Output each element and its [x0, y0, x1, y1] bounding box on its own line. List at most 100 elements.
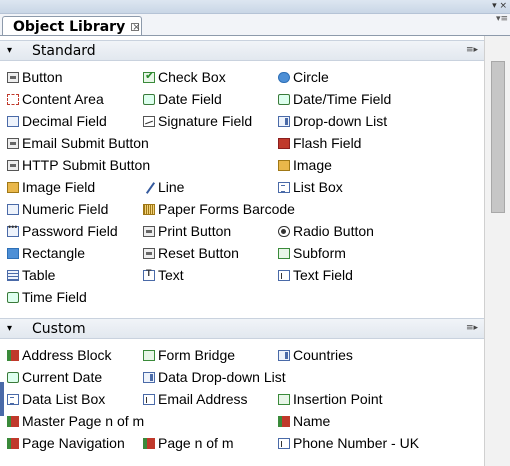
list-item-current-date[interactable]: Current Date: [7, 367, 102, 387]
list-item-list-box[interactable]: List Box: [278, 177, 343, 197]
list-item-decimal-field[interactable]: Decimal Field: [7, 111, 107, 131]
text-field-icon: [143, 393, 155, 405]
item-label: Date Field: [158, 91, 222, 107]
list-box-icon: [7, 393, 19, 405]
list-item-image[interactable]: Image: [278, 155, 332, 175]
category-options-icon[interactable]: ≡▸: [466, 45, 478, 55]
list-item-date-field[interactable]: Date Field: [143, 89, 222, 109]
list-item-address-block[interactable]: Address Block: [7, 345, 111, 365]
item-label: Phone Number - UK: [293, 435, 420, 451]
list-item-email-address[interactable]: Email Address: [143, 389, 247, 409]
list-item-password-field[interactable]: Password Field: [7, 221, 118, 241]
list-item-master-page-n-of-m[interactable]: Master Page n of m: [7, 411, 144, 431]
list-item-text[interactable]: Text: [143, 265, 184, 285]
list-item-email-submit-button[interactable]: Email Submit Button: [7, 133, 149, 153]
tab-label: Object Library: [13, 18, 126, 35]
list-item-phone-number-uk[interactable]: Phone Number - UK: [278, 433, 419, 453]
category-standard-header[interactable]: ▾ Standard ≡▸: [0, 40, 484, 61]
date-time-field-icon: [278, 93, 290, 105]
panel-title-strip: ▾ ×: [0, 0, 510, 14]
item-label: Check Box: [158, 69, 226, 85]
password-field-icon: [7, 222, 19, 237]
item-label: Page Navigation: [22, 435, 125, 451]
list-item-line[interactable]: Line: [143, 177, 184, 197]
list-item-date-time-field[interactable]: Date/Time Field: [278, 89, 391, 109]
content-area-icon: [7, 93, 19, 105]
list-item-http-submit-button[interactable]: HTTP Submit Button: [7, 155, 150, 175]
image-field-icon: [7, 181, 19, 193]
list-item-rectangle[interactable]: Rectangle: [7, 243, 85, 263]
panel-menu-icon[interactable]: ▾ ×: [492, 1, 507, 11]
item-label: Image: [293, 157, 332, 173]
list-item-signature-field[interactable]: Signature Field: [143, 111, 252, 131]
list-item-data-drop-down-list[interactable]: Data Drop-down List: [143, 367, 286, 387]
drop-down-list-icon: [278, 349, 290, 361]
list-item-text-field[interactable]: Text Field: [278, 265, 353, 285]
chevron-down-icon[interactable]: ▾: [7, 45, 27, 56]
tab-close-icon[interactable]: ×: [131, 22, 141, 32]
list-item-table[interactable]: Table: [7, 265, 55, 285]
category-label: Standard: [32, 42, 96, 59]
numeric-field-icon: [7, 203, 19, 215]
item-label: Paper Forms Barcode: [158, 201, 295, 217]
line-icon: [143, 182, 155, 193]
list-item-check-box[interactable]: Check Box: [143, 67, 226, 87]
item-label: Button: [22, 69, 63, 85]
list-item-time-field[interactable]: Time Field: [7, 287, 87, 307]
tab-row: Object Library ×: [0, 14, 510, 36]
tab-options-icon[interactable]: ▾≡: [496, 14, 508, 24]
item-label: Page n of m: [158, 435, 234, 451]
image-icon: [278, 159, 290, 171]
list-item-reset-button[interactable]: Reset Button: [143, 243, 239, 263]
vertical-scrollbar[interactable]: [484, 36, 510, 466]
category-options-icon[interactable]: ≡▸: [466, 323, 478, 333]
list-item-radio-button[interactable]: Radio Button: [278, 221, 374, 241]
time-field-icon: [7, 291, 19, 303]
list-item-image-field[interactable]: Image Field: [7, 177, 95, 197]
list-item-button[interactable]: Button: [7, 67, 62, 87]
flash-field-icon: [278, 137, 290, 149]
item-label: Date/Time Field: [293, 91, 392, 107]
list-item-circle[interactable]: Circle: [278, 67, 329, 87]
list-item-data-list-box[interactable]: Data List Box: [7, 389, 105, 409]
radio-button-icon: [278, 225, 290, 237]
form-bridge-icon: [143, 349, 155, 361]
scrollbar-thumb[interactable]: [491, 61, 505, 213]
item-label: Master Page n of m: [22, 413, 145, 429]
item-label: Text Field: [293, 267, 353, 283]
list-item-print-button[interactable]: Print Button: [143, 221, 231, 241]
custom-object-icon: [143, 437, 155, 449]
tab-object-library[interactable]: Object Library ×: [2, 16, 142, 36]
list-item-insertion-point[interactable]: Insertion Point: [278, 389, 383, 409]
custom-object-icon: [7, 415, 19, 427]
date-field-icon: [7, 371, 19, 383]
item-label: Reset Button: [158, 245, 239, 261]
item-label: Flash Field: [293, 135, 362, 151]
item-label: Print Button: [158, 223, 232, 239]
item-label: Decimal Field: [22, 113, 107, 129]
item-label: Circle: [293, 69, 329, 85]
list-item-form-bridge[interactable]: Form Bridge: [143, 345, 235, 365]
list-item-flash-field[interactable]: Flash Field: [278, 133, 361, 153]
button-icon: [7, 71, 19, 83]
list-item-page-navigation[interactable]: Page Navigation: [7, 433, 125, 453]
item-label: Content Area: [22, 91, 104, 107]
signature-field-icon: [143, 115, 155, 127]
list-item-drop-down-list[interactable]: Drop-down List: [278, 111, 387, 131]
category-custom-header[interactable]: ▾ Custom ≡▸: [0, 318, 484, 339]
item-label: Data Drop-down List: [158, 369, 286, 385]
list-item-countries[interactable]: Countries: [278, 345, 353, 365]
side-collapse-handle[interactable]: [0, 382, 4, 416]
list-item-content-area[interactable]: Content Area: [7, 89, 104, 109]
item-label: Text: [158, 267, 184, 283]
list-item-page-n-of-m[interactable]: Page n of m: [143, 433, 234, 453]
item-label: Numeric Field: [22, 201, 109, 217]
list-item-paper-forms-barcode[interactable]: Paper Forms Barcode: [143, 199, 295, 219]
list-item-numeric-field[interactable]: Numeric Field: [7, 199, 108, 219]
list-item-subform[interactable]: Subform: [278, 243, 346, 263]
item-label: Table: [22, 267, 56, 283]
item-label: Name: [293, 413, 331, 429]
item-label: Image Field: [22, 179, 96, 195]
list-item-name[interactable]: Name: [278, 411, 330, 431]
chevron-down-icon[interactable]: ▾: [7, 323, 27, 334]
